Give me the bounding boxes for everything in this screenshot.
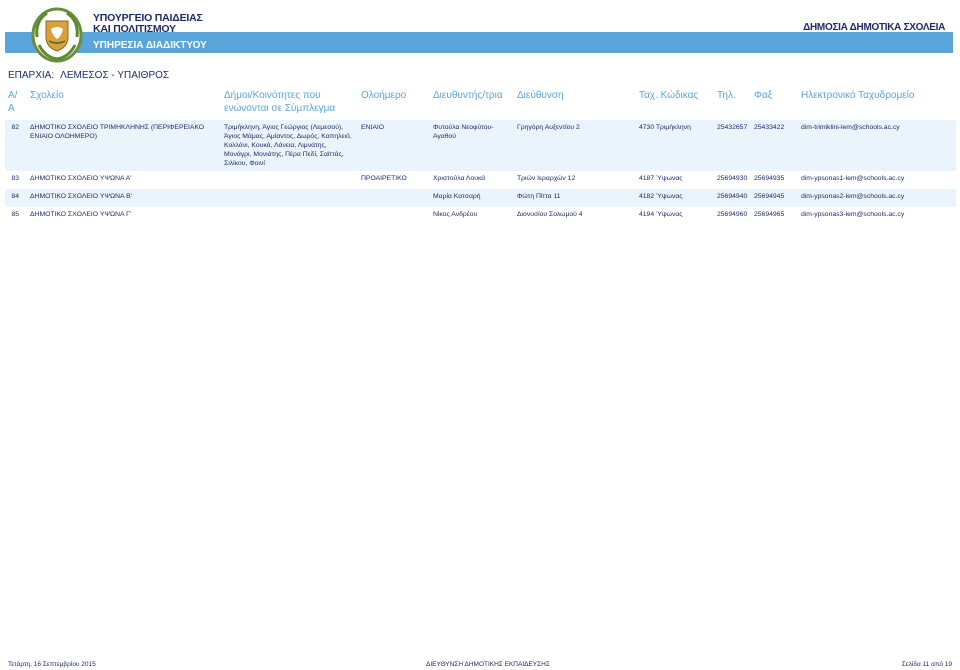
column-header-all-day: Ολοήμερο [358, 87, 430, 120]
region-label: ΕΠΑΡΧΙΑ: [8, 70, 55, 81]
table-row: 83 ΔΗΜΟΤΙΚΟ ΣΧΟΛΕΙΟ ΥΨΩΝΑ Α' ΠΡΟΑΙΡΕΤΙΚΟ… [5, 171, 956, 189]
table-row: 85 ΔΗΜΟΤΙΚΟ ΣΧΟΛΕΙΟ ΥΨΩΝΑ Γ' Νίκος Ανδρέ… [5, 207, 956, 225]
schools-table: Α/Α Σχολείο Δήμοι/Κοινότητες που ενώνοντ… [5, 87, 956, 225]
cell-fax: 25694945 [751, 189, 798, 207]
footer-department: ΔΙΕΥΘΥΝΣΗ ΔΗΜΟΤΙΚΗΣ ΕΚΠΑΙΔΕΥΣΗΣ [426, 661, 550, 668]
cell-all-day [358, 207, 430, 225]
cell-communities [221, 171, 358, 189]
ministry-line-2: ΚΑΙ ΠΟΛΙΤΙΣΜΟΥ [93, 23, 176, 35]
column-header-phone: Τηλ. [714, 87, 751, 120]
cell-phone: 25694960 [714, 207, 751, 225]
cell-aa: 85 [5, 207, 27, 225]
region-line: ΕΠΑΡΧΙΑ: ΛΕΜΕΣΟΣ - ΥΠΑΙΘΡΟΣ [8, 70, 169, 81]
cell-postal: 4182 Ύψωνας [636, 189, 714, 207]
department-name: ΥΠΗΡΕΣΙΑ ΔΙΑΔΙΚΤΥΟΥ [93, 40, 207, 51]
region-value: ΛΕΜΕΣΟΣ - ΥΠΑΙΘΡΟΣ [60, 70, 170, 81]
cell-email[interactable]: dim-ypsonas2-lem@schools.ac.cy [798, 189, 956, 207]
brand-title: ΔΗΜΟΣΙΑ ΔΗΜΟΤΙΚΑ ΣΧΟΛΕΙΑ [803, 22, 945, 33]
cell-aa: 82 [5, 119, 27, 171]
cell-address: Γρηγόρη Αυξεντίου 2 [514, 119, 636, 171]
column-header-principal: Διευθυντής/τρια [430, 87, 514, 120]
cell-principal: Νίκος Ανδρέου [430, 207, 514, 225]
cell-principal: Χριστούλα Λουκά [430, 171, 514, 189]
cell-fax: 25694965 [751, 207, 798, 225]
column-header-fax: Φαξ [751, 87, 798, 120]
cell-aa: 83 [5, 171, 27, 189]
cell-fax: 25694935 [751, 171, 798, 189]
cell-address: Τριών Ιεραρχών 12 [514, 171, 636, 189]
column-header-school: Σχολείο [27, 87, 221, 120]
column-header-postal: Ταχ. Κώδικας [636, 87, 714, 120]
cell-all-day: ΕΝΙΑΙΟ [358, 119, 430, 171]
column-header-address: Διεύθυνση [514, 87, 636, 120]
column-header-aa: Α/Α [5, 87, 27, 120]
cell-phone: 25694930 [714, 171, 751, 189]
cell-school: ΔΗΜΟΤΙΚΟ ΣΧΟΛΕΙΟ ΥΨΩΝΑ Β' [27, 189, 221, 207]
cell-school: ΔΗΜΟΤΙΚΟ ΣΧΟΛΕΙΟ ΥΨΩΝΑ Α' [27, 171, 221, 189]
cell-phone: 25694940 [714, 189, 751, 207]
cell-email[interactable]: dim-ypsonas1-lem@schools.ac.cy [798, 171, 956, 189]
column-header-email: Ηλεκτρονικό Ταχυδρομείο [798, 87, 956, 120]
cell-communities [221, 189, 358, 207]
footer-page-number: Σελίδα 11 από 19 [901, 661, 952, 668]
cell-principal: Φυτούλα Νεοφύτου-Αγαθού [430, 119, 514, 171]
cell-postal: 4187 Ύψωνας [636, 171, 714, 189]
table-header-row: Α/Α Σχολείο Δήμοι/Κοινότητες που ενώνοντ… [5, 87, 956, 120]
page-header: ΥΠΟΥΡΓΕΙΟ ΠΑΙΔΕΙΑΣ ΚΑΙ ΠΟΛΙΤΙΣΜΟΥ ΥΠΗΡΕΣ… [5, 5, 953, 63]
page-footer: Τετάρτη, 16 Σεπτεμβρίου 2015 ΔΙΕΥΘΥΝΣΗ Δ… [8, 661, 952, 670]
column-header-communities: Δήμοι/Κοινότητες που ενώνονται σε Σύμπλε… [221, 87, 358, 120]
cell-address: Φώτη Πίττα 11 [514, 189, 636, 207]
footer-date: Τετάρτη, 16 Σεπτεμβρίου 2015 [8, 661, 96, 668]
cell-school: ΔΗΜΟΤΙΚΟ ΣΧΟΛΕΙΟ ΤΡΙΜΗΚΛΗΝΗΣ (ΠΕΡΙΦΕΡΕΙΑ… [27, 119, 221, 171]
table-row: 82 ΔΗΜΟΤΙΚΟ ΣΧΟΛΕΙΟ ΤΡΙΜΗΚΛΗΝΗΣ (ΠΕΡΙΦΕΡ… [5, 119, 956, 171]
cell-communities [221, 207, 358, 225]
cell-all-day: ΠΡΟΑΙΡΕΤΙΚΟ [358, 171, 430, 189]
cell-fax: 25433422 [751, 119, 798, 171]
cell-email[interactable]: dim-trimiklini-lem@schools.ac.cy [798, 119, 956, 171]
cell-postal: 4194 Ύψωνας [636, 207, 714, 225]
table-row: 84 ΔΗΜΟΤΙΚΟ ΣΧΟΛΕΙΟ ΥΨΩΝΑ Β' Μαρία Κατσα… [5, 189, 956, 207]
cell-school: ΔΗΜΟΤΙΚΟ ΣΧΟΛΕΙΟ ΥΨΩΝΑ Γ' [27, 207, 221, 225]
ministry-name: ΥΠΟΥΡΓΕΙΟ ΠΑΙΔΕΙΑΣ ΚΑΙ ΠΟΛΙΤΙΣΜΟΥ [93, 13, 203, 35]
cell-phone: 25432657 [714, 119, 751, 171]
cell-email[interactable]: dim-ypsonas3-lem@schools.ac.cy [798, 207, 956, 225]
cell-postal: 4730 Τριμήκληνη [636, 119, 714, 171]
cell-all-day [358, 189, 430, 207]
cell-address: Διονυσίου Σολωμού 4 [514, 207, 636, 225]
coat-of-arms-emblem [31, 7, 83, 63]
cell-communities: Τριμήκληνη, Άγιος Γεώργιος (Λεμεσού), Άγ… [221, 119, 358, 171]
cell-principal: Μαρία Κατσαρή [430, 189, 514, 207]
cell-aa: 84 [5, 189, 27, 207]
